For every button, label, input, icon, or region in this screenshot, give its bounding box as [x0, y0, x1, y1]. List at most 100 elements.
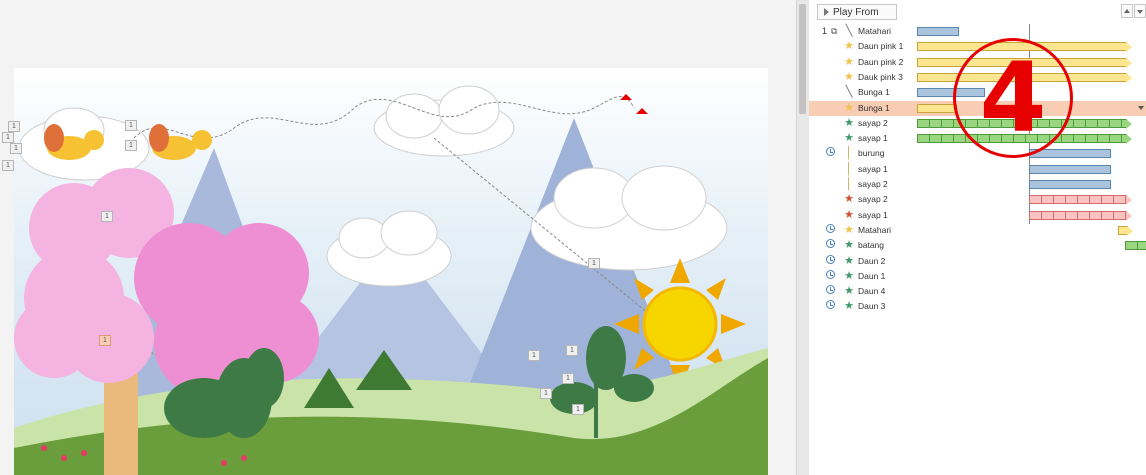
clock-icon: [826, 147, 835, 157]
effect-star-icon: ★: [844, 223, 854, 236]
step-annotation-circle: 4: [953, 38, 1073, 158]
animation-row[interactable]: ★ sayap 1: [809, 208, 1146, 223]
animation-row-label: Matahari: [858, 26, 892, 36]
animation-row-label: Dauk pink 3: [858, 71, 903, 82]
animation-row[interactable]: │ sayap 2: [809, 177, 1146, 192]
animation-tag-selected[interactable]: 1: [99, 335, 111, 346]
arrow-up-icon: [1124, 9, 1130, 13]
timeline-bar[interactable]: [1125, 241, 1146, 251]
animation-row-label: Matahari: [858, 224, 892, 235]
timeline-bar[interactable]: [917, 27, 959, 36]
animation-row[interactable]: ★ Daun 1: [809, 269, 1146, 284]
animation-row-label: Daun 3: [858, 301, 886, 312]
animation-row-label: burung: [858, 148, 885, 159]
sequence-number: 1: [822, 26, 828, 36]
animation-row-label: batang: [858, 240, 884, 251]
motion-path-icon: ╲: [845, 25, 853, 37]
clock-icon: [826, 269, 835, 279]
animation-row[interactable]: ★ batang: [809, 238, 1146, 253]
effect-star-icon: ★: [844, 40, 854, 53]
effect-star-icon: ★: [844, 132, 854, 145]
effect-star-icon: ★: [844, 254, 854, 267]
animation-tag[interactable]: 1: [8, 121, 20, 132]
animation-tag[interactable]: 1: [2, 160, 14, 171]
animation-row[interactable]: │ sayap 1: [809, 162, 1146, 177]
clock-icon: [826, 254, 835, 264]
animation-tag[interactable]: 1: [125, 140, 137, 151]
cloud-2: [326, 210, 452, 287]
bird-2: [149, 124, 212, 160]
motion-path-icon: ╲: [845, 86, 853, 99]
animation-tag[interactable]: 1: [528, 350, 540, 361]
animation-row-label: sayap 2: [858, 179, 888, 189]
animation-row-label: Daun 4: [858, 286, 886, 297]
effect-star-icon: ★: [844, 101, 854, 114]
emphasis-icon: │: [845, 178, 853, 190]
animation-row[interactable]: ★ Daun 2: [809, 254, 1146, 269]
emphasis-icon: │: [845, 147, 853, 160]
animation-tag[interactable]: 1: [2, 132, 14, 143]
clock-icon: [826, 285, 835, 295]
pink-tree-trunk: [104, 368, 138, 475]
timeline-bar[interactable]: [1029, 210, 1132, 221]
animation-row[interactable]: ★ Daun 3: [809, 299, 1146, 314]
animation-row[interactable]: ★ Matahari: [809, 223, 1146, 238]
effect-star-icon: ★: [844, 285, 854, 298]
clock-icon: [826, 223, 835, 233]
slide-canvas[interactable]: 1 1 1 1 1 1 1 1 1 1: [14, 68, 768, 475]
animation-row-label: Daun 1: [858, 270, 886, 281]
timeline-bar[interactable]: [1029, 180, 1111, 189]
effect-star-icon: ★: [844, 70, 854, 83]
animation-tag[interactable]: 1: [572, 404, 584, 415]
emphasis-icon: │: [845, 162, 853, 175]
clock-icon: [826, 300, 835, 310]
effect-star-icon: ★: [844, 269, 854, 282]
animation-tag[interactable]: 1: [588, 258, 600, 269]
timeline-bar[interactable]: [1118, 225, 1133, 236]
timeline-bar[interactable]: [917, 103, 957, 113]
effect-star-icon: ★: [844, 300, 854, 313]
animation-row-label: Daun 2: [858, 255, 886, 266]
animation-row-label: sayap 1: [858, 133, 888, 144]
animation-row[interactable]: │ burung: [809, 146, 1146, 161]
clock-icon: [826, 239, 835, 249]
animation-row-label: Bunga 1: [858, 87, 890, 98]
step-number: 4: [979, 42, 1047, 154]
effect-star-icon: ★: [844, 116, 854, 129]
animation-row-label: sayap 1: [858, 163, 888, 174]
effect-star-icon: ★: [844, 55, 854, 68]
animation-row-label: Bunga 1: [858, 102, 890, 113]
motion-end-marker-2: [636, 108, 648, 114]
cloud-3: [530, 165, 728, 271]
slide-editing-area: 1 1 1 1 1 1 1 1 1 1 1 1 1 1: [0, 0, 796, 475]
animation-row-label: sayap 2: [858, 194, 888, 205]
animation-tag[interactable]: 1: [562, 373, 574, 384]
timeline-bar[interactable]: [1029, 195, 1132, 206]
animation-tag[interactable]: 1: [125, 120, 137, 131]
animation-row[interactable]: ★ sayap 2: [809, 192, 1146, 207]
animation-row-label: Daun pink 1: [858, 41, 904, 52]
play-icon: [824, 8, 829, 16]
slide-scrollbar[interactable]: [796, 0, 809, 475]
play-from-label: Play From: [833, 6, 879, 18]
move-down-button[interactable]: [1134, 4, 1146, 18]
animation-row[interactable]: 1 ⧉ ╲ Matahari: [809, 24, 1146, 39]
scrollbar-thumb[interactable]: [799, 4, 806, 114]
animation-tag[interactable]: 1: [540, 388, 552, 399]
play-from-button[interactable]: Play From: [817, 4, 897, 20]
arrow-down-icon: [1137, 10, 1143, 14]
animation-row-label: sayap 1: [858, 209, 888, 220]
row-dropdown-icon[interactable]: [1138, 105, 1144, 110]
effect-star-icon: ★: [844, 208, 854, 221]
sun-core: [642, 286, 718, 362]
animation-tag[interactable]: 1: [10, 143, 22, 154]
animation-row[interactable]: ★ Daun 4: [809, 284, 1146, 299]
trigger-icon: ⧉: [831, 26, 838, 36]
animation-tag[interactable]: 1: [101, 211, 113, 222]
cloud-1: [373, 85, 515, 157]
effect-star-icon: ★: [844, 193, 854, 206]
move-up-button[interactable]: [1121, 4, 1133, 18]
effect-star-icon: ★: [844, 239, 854, 252]
timeline-bar[interactable]: [1029, 164, 1111, 174]
animation-tag[interactable]: 1: [566, 345, 578, 356]
